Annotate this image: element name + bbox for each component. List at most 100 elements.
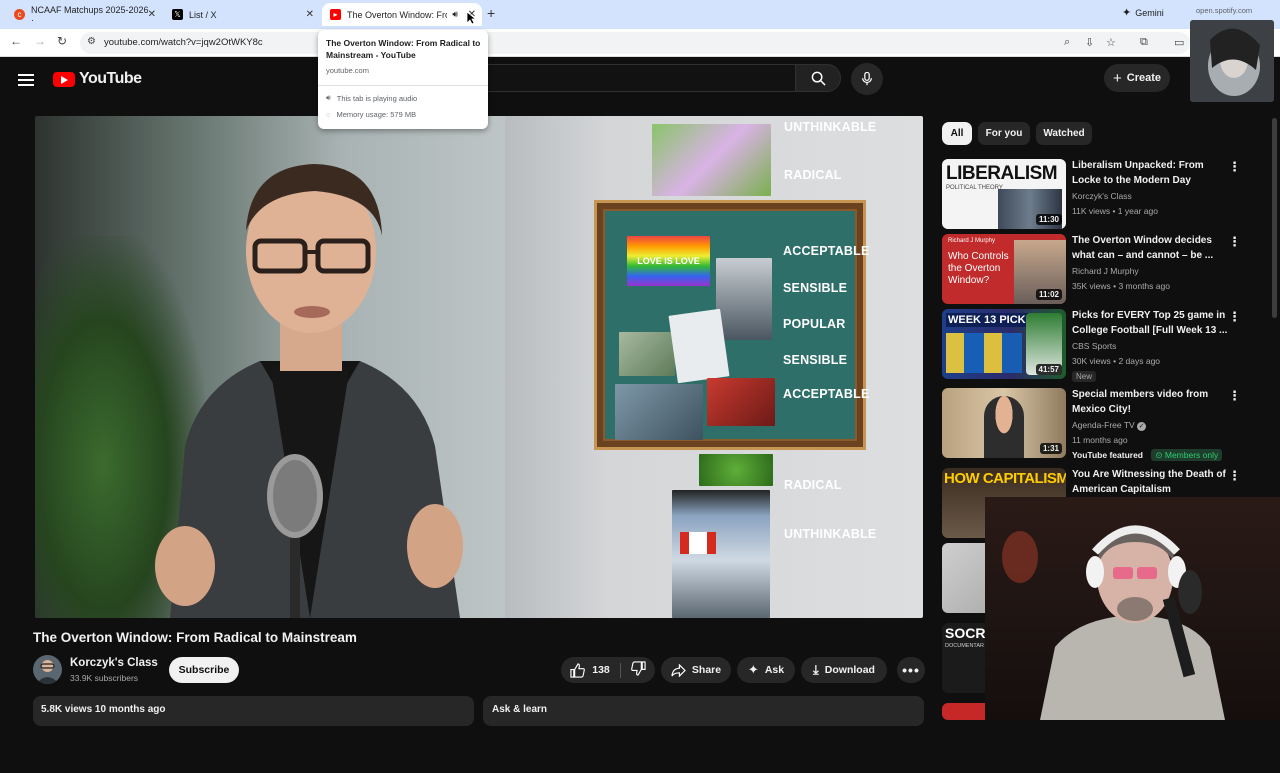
zoom-icon[interactable]: ⌕ [1064,36,1070,49]
microphone-icon [862,72,872,86]
bookmark-star-icon[interactable]: ☆ [1106,36,1116,49]
site-info-icon[interactable]: ⚙ [87,36,96,47]
video-thumbnail[interactable]: Richard J Murphy Who Controls the Overto… [942,234,1066,304]
browser-toolbar: ← → ↻ ⚙ youtube.com/watch?v=jqw2OtWKY8c … [0,29,1280,57]
video-thumbnail[interactable]: LIBERALISM POLITICAL THEORY 11:30 [942,159,1066,229]
forward-arrow-icon[interactable]: → [34,34,46,48]
recommendation-meta: 11 months ago [1072,435,1128,445]
channel-name[interactable]: Korczyk's Class [70,657,158,669]
scrollbar[interactable] [1272,118,1277,318]
recommendation-channel[interactable]: Korczyk's Class [1072,191,1132,201]
label-unthinkable-top: UNTHINKABLE [784,120,877,134]
new-tab-button[interactable]: + [487,5,495,21]
cast-icon[interactable]: ▭ [1174,36,1184,49]
video-thumbnail[interactable]: 1:31 [942,388,1066,458]
search-button[interactable] [795,64,841,92]
menu-icon[interactable] [18,71,34,89]
recommendation-item[interactable]: Richard J Murphy Who Controls the Overto… [942,234,1272,304]
recommendation-title[interactable]: The Overton Window decides what can – an… [1072,234,1228,263]
more-vertical-icon[interactable]: ⋮ [1228,468,1241,484]
browser-tab-youtube[interactable]: ▸ The Overton Window: From 🔊︎ ✕ [322,3,482,26]
recommendation-title[interactable]: Picks for EVERY Top 25 game in College F… [1072,309,1228,338]
back-arrow-icon[interactable]: ← [10,34,22,48]
share-arrow-icon [671,663,686,677]
search-input[interactable] [470,64,795,92]
gemini-label: Gemini [1135,7,1164,18]
recommendation-item[interactable]: 1:31 Special members video from Mexico C… [942,388,1272,461]
description-box[interactable]: 5.8K views 10 months ago [33,696,474,726]
audio-row: 🔊︎ This tab is playing audio [326,93,417,103]
subscribe-button[interactable]: Subscribe [169,657,239,683]
audio-status: This tab is playing audio [336,93,418,103]
more-vertical-icon[interactable]: ⋮ [1228,309,1241,325]
canada-flag-icon [680,532,716,554]
channel-label: Agenda-Free TV [1072,420,1135,430]
search-icon [811,71,826,86]
recommendation-title[interactable]: Liberalism Unpacked: From Locke to the M… [1072,159,1228,188]
reload-icon[interactable]: ↻ [57,34,67,48]
download-button[interactable]: ⤓ Download [801,657,887,683]
browser-tab-strip: c NCAAF Matchups 2025-2026 · ✕ 𝕏 List / … [0,0,1280,29]
x-favicon-icon: 𝕏 [172,9,183,20]
dislike-button[interactable] [627,661,646,679]
chip-for-you[interactable]: For you [978,122,1030,145]
chip-all[interactable]: All [942,122,972,145]
chip-watched[interactable]: Watched [1036,122,1092,145]
gemini-button[interactable]: ✦ Gemini [1122,6,1164,19]
video-title: The Overton Window: From Radical to Main… [33,630,357,645]
recommendation-title[interactable]: You Are Witnessing the Death of American… [1072,468,1228,497]
url-text[interactable]: youtube.com/watch?v=jqw2OtWKY8c [104,37,263,48]
protest-photo [716,258,772,340]
recommendation-title[interactable]: Special members video from Mexico City! [1072,388,1228,417]
voice-search-button[interactable] [851,63,883,95]
more-vertical-icon[interactable]: ⋮ [1228,388,1241,404]
browser-tab-x[interactable]: 𝕏 List / X ✕ [164,3,320,26]
install-icon[interactable]: ⇩ [1085,36,1094,49]
thumbnail-text: WEEK 13 PICKS [946,313,1035,327]
spotify-mini-player[interactable] [1190,20,1274,102]
share-button[interactable]: Share [661,657,731,683]
ask-and-learn-panel[interactable]: Ask & learn [483,696,924,726]
team-logos [946,333,1022,373]
sign-text: LOVE IS LOVE [637,256,700,266]
firetruck-photo [707,378,775,426]
recommendation-channel[interactable]: Agenda-Free TV ✓ [1072,420,1147,431]
featured-row: YouTube featured ⊙ Members only [1072,449,1223,461]
video-thumbnail[interactable]: WEEK 13 PICKS 41:57 [942,309,1066,379]
thumbnail-text: HOW CAPITALISM [944,470,1066,487]
thumbnail-subtext: Richard J Murphy [948,238,996,244]
create-button[interactable]: + Create [1104,64,1170,92]
thumbnail-text: LIBERALISM [946,163,1058,184]
download-icon: ⤓ [813,662,819,677]
more-vertical-icon[interactable]: ⋮ [1228,234,1241,250]
video-player[interactable]: LOVE IS LOVE UNTHINKABLE RADICAL ACCEPTA… [35,116,923,618]
recommendation-channel[interactable]: CBS Sports [1072,341,1116,351]
mouse-cursor-icon [466,11,476,25]
youtube-logo[interactable]: YouTube [53,70,142,88]
extensions-icon[interactable]: ⧉ [1140,36,1148,49]
browser-tab-ncaaf[interactable]: c NCAAF Matchups 2025-2026 · ✕ [6,3,162,26]
address-bar[interactable]: ⚙ youtube.com/watch?v=jqw2OtWKY8c ⌕ ⇩ ☆ [80,32,1190,54]
duration-badge: 11:02 [1035,289,1062,300]
canada-flag-photo [672,490,770,618]
recommendation-item[interactable]: WEEK 13 PICKS 41:57 Picks for EVERY Top … [942,309,1272,382]
tab-title: NCAAF Matchups 2025-2026 · [31,4,149,25]
recommendation-meta: 35K views • 3 months ago [1072,281,1170,291]
new-badge: New [1072,371,1097,382]
recommendation-channel[interactable]: Richard J Murphy [1072,266,1139,276]
like-button[interactable]: 138 [570,662,621,678]
more-actions-button[interactable]: ••• [897,657,925,683]
close-tab-icon[interactable]: ✕ [148,9,156,20]
channel-avatar[interactable] [33,655,62,684]
views-and-date: 5.8K views 10 months ago [41,704,166,715]
close-tab-icon[interactable]: ✕ [306,9,314,20]
ncaaf-favicon-icon: c [14,9,25,20]
more-vertical-icon[interactable]: ⋮ [1228,159,1241,175]
ask-label: Ask [764,664,785,676]
recommendation-item[interactable]: LIBERALISM POLITICAL THEORY 11:30 Libera… [942,159,1272,229]
share-label: Share [691,664,722,676]
ask-button[interactable]: ✦ Ask [737,657,795,683]
speaker-icon[interactable]: 🔊︎ [452,9,458,20]
streamer-video [1002,525,1225,720]
tab-hover-card: The Overton Window: From Radical to Main… [318,30,488,129]
